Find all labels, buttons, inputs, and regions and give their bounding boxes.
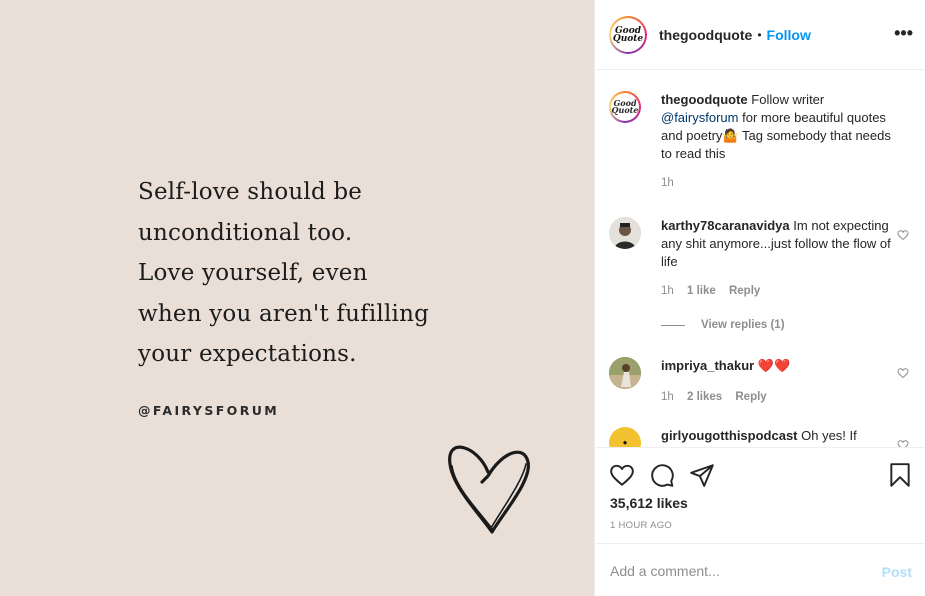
avatar[interactable]: Good Quote <box>609 91 641 123</box>
comment-likes[interactable]: 1 like <box>687 285 716 297</box>
comment-meta: 1h 1 like Reply <box>661 285 909 297</box>
user-photo-icon <box>609 217 641 249</box>
quote-text: Self-love should be unconditional too. L… <box>138 172 429 375</box>
caption-username[interactable]: thegoodquote <box>661 92 748 107</box>
comment-icon[interactable] <box>649 462 675 488</box>
user-photo-icon <box>609 357 641 389</box>
comment-item: karthy78caranavidya Im not expecting any… <box>609 217 909 297</box>
mention-link[interactable]: @fairysforum <box>661 110 739 125</box>
avatar[interactable]: Good Quote <box>609 15 647 54</box>
separator-dot: • <box>757 27 762 42</box>
quote-line: unconditional too. <box>138 219 353 246</box>
comment-body: ❤️❤️ <box>757 358 791 373</box>
comment-like-heart-icon[interactable] <box>897 367 909 379</box>
post-side-panel: Good Quote thegoodquote • Follow ••• Goo… <box>594 0 925 596</box>
add-comment-bar: Post <box>595 543 925 596</box>
caption-meta: 1h <box>661 177 909 189</box>
avatar[interactable] <box>609 217 641 249</box>
post-image[interactable]: Self-love should be unconditional too. L… <box>0 0 594 596</box>
quote-line: when you aren't fufilling <box>138 300 430 327</box>
post-actions: 35,612 likes 1 HOUR AGO <box>595 447 925 543</box>
post-header: Good Quote thegoodquote • Follow ••• <box>595 0 925 70</box>
post-timestamp[interactable]: 1 HOUR AGO <box>610 520 672 531</box>
avatar[interactable] <box>609 357 641 389</box>
comment-like-heart-icon[interactable] <box>897 229 909 241</box>
comment-like-heart-icon[interactable] <box>897 439 909 447</box>
replies-divider <box>661 324 685 326</box>
reply-button[interactable]: Reply <box>735 391 766 403</box>
comment-time[interactable]: 1h <box>661 391 674 403</box>
comment-meta: 1h 2 likes Reply <box>661 391 909 403</box>
comment-username[interactable]: impriya_thakur <box>661 358 754 373</box>
bookmark-icon[interactable] <box>887 462 913 488</box>
quote-line: Love yourself, even <box>138 260 368 286</box>
podcast-logo-icon: ◆ <box>623 439 627 446</box>
caption-text: thegoodquote Follow writer @fairysforum … <box>661 91 891 163</box>
comment-username[interactable]: karthy78caranavidya <box>661 218 790 233</box>
header-username[interactable]: thegoodquote <box>659 27 752 43</box>
view-replies-label: View replies (1) <box>701 319 785 331</box>
view-replies-button[interactable]: View replies (1) <box>661 319 785 331</box>
avatar-logo: Good Quote <box>611 93 639 121</box>
heart-icon[interactable] <box>609 462 635 488</box>
avatar-logo: Good Quote <box>611 17 645 52</box>
comment-text: karthy78caranavidya Im not expecting any… <box>661 217 891 271</box>
post-comment-button[interactable]: Post <box>882 564 912 580</box>
quote-line: Self-love should be <box>138 179 363 205</box>
more-options-icon[interactable]: ••• <box>894 23 913 44</box>
comment-likes[interactable]: 2 likes <box>687 391 722 403</box>
heart-drawing-icon <box>448 445 530 534</box>
author-handle: @FAIRYSFORUM <box>138 403 280 418</box>
avatar[interactable]: ◆ <box>609 427 641 447</box>
comment-item: ◆ girlyougotthispodcast Oh yes! If <box>609 427 909 447</box>
share-icon[interactable] <box>689 462 715 488</box>
comment-body: Oh yes! If <box>801 428 857 443</box>
reply-button[interactable]: Reply <box>729 285 760 297</box>
comment-item: impriya_thakur ❤️❤️ 1h 2 likes Reply <box>609 357 909 403</box>
quote-line: your expectations. <box>138 341 357 367</box>
caption-text-start: Follow writer <box>751 92 825 107</box>
comments-list[interactable]: Good Quote thegoodquote Follow writer @f… <box>595 71 925 447</box>
comment-text: girlyougotthispodcast Oh yes! If <box>661 427 891 445</box>
comment-input[interactable] <box>610 560 860 582</box>
likes-count[interactable]: 35,612 likes <box>610 495 688 511</box>
comment-text: impriya_thakur ❤️❤️ <box>661 357 891 375</box>
comment-username[interactable]: girlyougotthispodcast <box>661 428 798 443</box>
comment-time[interactable]: 1h <box>661 285 674 297</box>
follow-button[interactable]: Follow <box>767 27 811 43</box>
caption-time[interactable]: 1h <box>661 177 674 189</box>
caption: Good Quote thegoodquote Follow writer @f… <box>609 91 909 189</box>
